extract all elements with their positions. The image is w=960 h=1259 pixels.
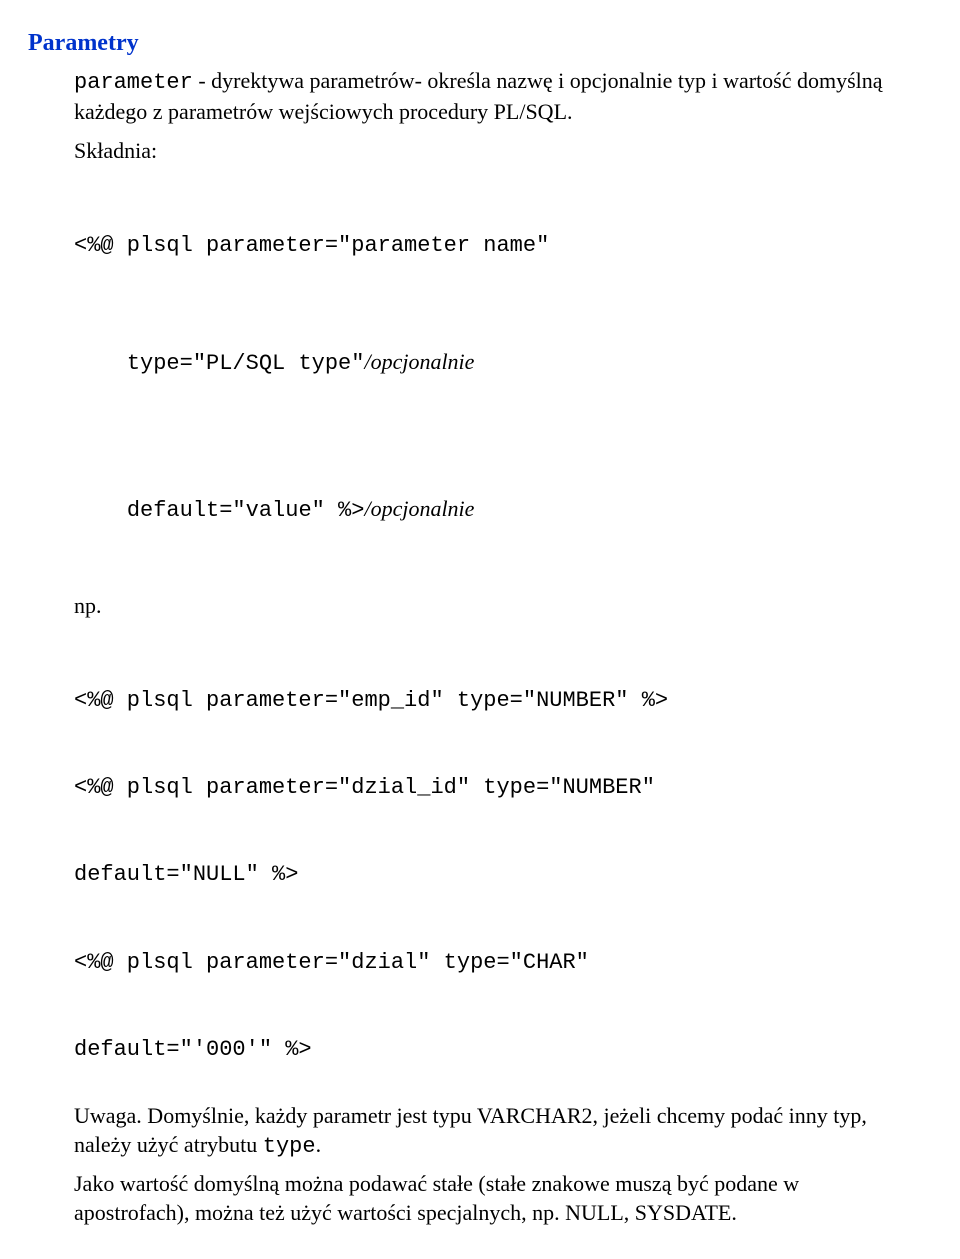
- intro-lead-mono: parameter: [74, 70, 193, 95]
- syntax-line2: type="PL/SQL type"/opcjonalnie: [74, 318, 920, 407]
- syntax-block: <%@ plsql parameter="parameter name" typ…: [74, 173, 920, 583]
- intro-paragraph: parameter - dyrektywa parametrów- określ…: [74, 66, 920, 126]
- syntax-line2-mono: type="PL/SQL type": [127, 351, 365, 376]
- syntax-label: Składnia:: [74, 136, 920, 165]
- section-title: Parametry: [28, 28, 920, 60]
- note-paragraph-2: Jako wartość domyślną można podawać stał…: [74, 1169, 920, 1227]
- note-p1-mono: type: [263, 1134, 316, 1159]
- code-line-5: default="'000'" %>: [74, 1035, 920, 1064]
- code-line-3: default="NULL" %>: [74, 860, 920, 889]
- intro-lead-text: - dyrektywa parametrów- określa nazwę i …: [74, 68, 883, 124]
- code-line-4: <%@ plsql parameter="dzial" type="CHAR": [74, 948, 920, 977]
- note-p1b: .: [316, 1132, 322, 1157]
- note-p1a: Uwaga. Domyślnie, każdy parametr jest ty…: [74, 1103, 867, 1157]
- note-paragraph-1: Uwaga. Domyślnie, każdy parametr jest ty…: [74, 1101, 920, 1161]
- code-example: <%@ plsql parameter="emp_id" type="NUMBE…: [74, 628, 920, 1093]
- code-line-2: <%@ plsql parameter="dzial_id" type="NUM…: [74, 773, 920, 802]
- syntax-line1: <%@ plsql parameter="parameter name": [74, 231, 920, 260]
- code-line-1: <%@ plsql parameter="emp_id" type="NUMBE…: [74, 686, 920, 715]
- syntax-line3-mono: default="value" %>: [127, 498, 365, 523]
- syntax-line3: default="value" %>/opcjonalnie: [74, 465, 920, 554]
- syntax-line2-italic: /opcjonalnie: [364, 349, 474, 374]
- np-label: np.: [74, 591, 920, 620]
- syntax-line3-italic: /opcjonalnie: [364, 496, 474, 521]
